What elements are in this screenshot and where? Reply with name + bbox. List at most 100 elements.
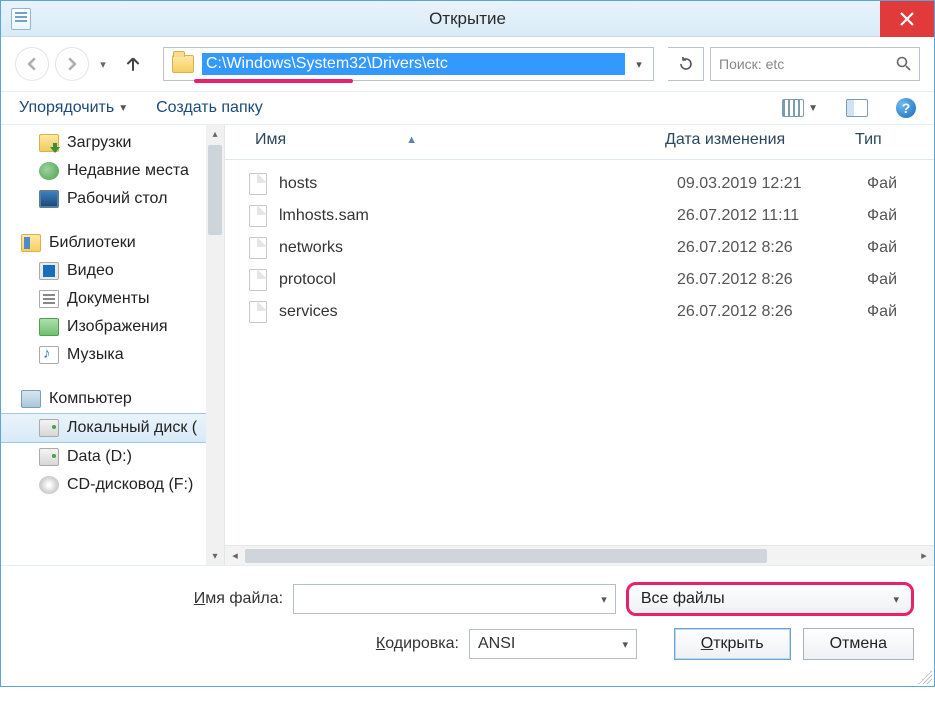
sidebar-item-music[interactable]: Музыка — [1, 341, 224, 369]
sidebar-item-label: Библиотеки — [49, 234, 136, 252]
preview-pane-icon — [846, 99, 868, 117]
encoding-label: Кодировка: — [21, 635, 459, 653]
sidebar-item-local-disk[interactable]: Локальный диск ( — [1, 413, 224, 443]
scroll-right-arrow[interactable]: ▸ — [914, 549, 934, 562]
horizontal-scrollbar[interactable]: ◂ ▸ — [225, 545, 934, 565]
resize-grip[interactable] — [918, 670, 932, 684]
address-text[interactable]: C:\Windows\System32\Drivers\etc — [202, 53, 625, 75]
address-bar[interactable]: C:\Windows\System32\Drivers\etc ▾ — [163, 47, 654, 81]
close-icon — [899, 11, 915, 27]
pictures-icon — [39, 318, 59, 336]
sidebar-group-libraries[interactable]: Библиотеки — [1, 229, 224, 257]
body: Загрузки Недавние места Рабочий стол Биб… — [1, 125, 934, 565]
organize-button[interactable]: Упорядочить ▼ — [19, 99, 128, 117]
sidebar-item-cd-f[interactable]: CD-дисковод (F:) — [1, 471, 224, 499]
titlebar: Открытие — [1, 1, 934, 37]
chevron-down-icon: ▼ — [808, 103, 818, 114]
file-date: 26.07.2012 8:26 — [677, 303, 867, 321]
column-name-label: Имя — [255, 131, 286, 149]
column-headers: Имя ▲ Дата изменения Тип — [225, 125, 934, 160]
organize-label: Упорядочить — [19, 99, 114, 117]
navbar: ▾ C:\Windows\System32\Drivers\etc ▾ Поис… — [1, 37, 934, 92]
sidebar-group-computer[interactable]: Компьютер — [1, 385, 224, 413]
file-name: services — [279, 303, 677, 321]
open-file-dialog: Открытие ▾ C:\Windows\System32\Drivers\e… — [0, 0, 935, 687]
sidebar-item-label: Локальный диск ( — [67, 419, 197, 437]
sidebar-item-documents[interactable]: Документы — [1, 285, 224, 313]
scroll-down-arrow[interactable]: ▾ — [206, 547, 224, 565]
sidebar-item-videos[interactable]: Видео — [1, 257, 224, 285]
column-type[interactable]: Тип — [855, 131, 882, 149]
close-button[interactable] — [880, 1, 934, 37]
file-date: 26.07.2012 8:26 — [677, 239, 867, 257]
view-icon — [782, 99, 804, 117]
chevron-down-icon: ▼ — [118, 103, 128, 114]
file-name: lmhosts.sam — [279, 207, 677, 225]
sidebar-item-label: Рабочий стол — [67, 190, 167, 208]
file-icon — [249, 269, 267, 291]
sidebar-item-data-d[interactable]: Data (D:) — [1, 443, 224, 471]
scroll-thumb[interactable] — [208, 145, 222, 235]
video-icon — [39, 262, 59, 280]
help-button[interactable]: ? — [896, 98, 916, 118]
column-date[interactable]: Дата изменения — [665, 131, 855, 149]
scroll-track[interactable] — [245, 549, 914, 563]
sidebar-item-pictures[interactable]: Изображения — [1, 313, 224, 341]
bottom-panel: Имя файла: ▾ Все файлы ▾ Кодировка: ANSI… — [1, 565, 934, 686]
file-name: hosts — [279, 175, 677, 193]
scroll-up-arrow[interactable]: ▴ — [206, 125, 224, 143]
recent-icon — [39, 162, 59, 180]
file-type-filter[interactable]: Все файлы ▾ — [626, 582, 914, 616]
file-row[interactable]: services26.07.2012 8:26Фай — [249, 296, 934, 328]
file-name: networks — [279, 239, 677, 257]
arrow-left-icon — [25, 57, 39, 71]
refresh-icon — [678, 56, 694, 72]
sidebar-item-label: Видео — [67, 262, 114, 280]
file-type: Фай — [867, 271, 897, 289]
drive-icon — [39, 448, 59, 466]
refresh-button[interactable] — [668, 47, 704, 81]
sidebar-item-recent[interactable]: Недавние места — [1, 157, 224, 185]
arrow-right-icon — [65, 57, 79, 71]
up-button[interactable] — [121, 52, 145, 76]
sidebar-item-label: CD-дисковод (F:) — [67, 476, 193, 494]
forward-button[interactable] — [55, 47, 89, 81]
open-button[interactable]: Открыть — [674, 628, 791, 660]
sidebar-item-label: Документы — [67, 290, 149, 308]
search-icon — [895, 55, 911, 74]
file-row[interactable]: hosts09.03.2019 12:21Фай — [249, 168, 934, 200]
file-icon — [249, 301, 267, 323]
cancel-button[interactable]: Отмена — [803, 628, 914, 660]
cd-icon — [39, 476, 59, 494]
sidebar-item-downloads[interactable]: Загрузки — [1, 129, 224, 157]
drive-icon — [39, 419, 59, 437]
address-dropdown[interactable]: ▾ — [625, 58, 653, 71]
history-dropdown[interactable]: ▾ — [95, 47, 111, 81]
encoding-select[interactable]: ANSI ▾ — [469, 629, 637, 659]
file-icon — [249, 173, 267, 195]
file-type: Фай — [867, 303, 897, 321]
column-name[interactable]: Имя ▲ — [255, 131, 665, 149]
scroll-thumb[interactable] — [245, 549, 767, 563]
new-folder-button[interactable]: Создать папку — [156, 99, 263, 117]
file-date: 09.03.2019 12:21 — [677, 175, 867, 193]
back-button[interactable] — [15, 47, 49, 81]
file-row[interactable]: protocol26.07.2012 8:26Фай — [249, 264, 934, 296]
view-button[interactable]: ▼ — [782, 99, 818, 117]
music-icon — [39, 346, 59, 364]
window-title: Открытие — [429, 9, 506, 29]
file-rows: hosts09.03.2019 12:21Файlmhosts.sam26.07… — [225, 160, 934, 328]
downloads-icon — [39, 134, 59, 152]
search-box[interactable]: Поиск: etc — [710, 47, 920, 81]
sidebar-scrollbar[interactable]: ▴ ▾ — [206, 125, 224, 565]
sidebar-item-desktop[interactable]: Рабочий стол — [1, 185, 224, 213]
sidebar-item-label: Компьютер — [49, 390, 132, 408]
desktop-icon — [39, 190, 59, 208]
file-date: 26.07.2012 11:11 — [677, 207, 867, 225]
filename-input[interactable]: ▾ — [293, 584, 616, 614]
preview-pane-button[interactable] — [846, 99, 868, 117]
scroll-left-arrow[interactable]: ◂ — [225, 549, 245, 562]
file-row[interactable]: networks26.07.2012 8:26Фай — [249, 232, 934, 264]
file-row[interactable]: lmhosts.sam26.07.2012 11:11Фай — [249, 200, 934, 232]
file-icon — [249, 205, 267, 227]
